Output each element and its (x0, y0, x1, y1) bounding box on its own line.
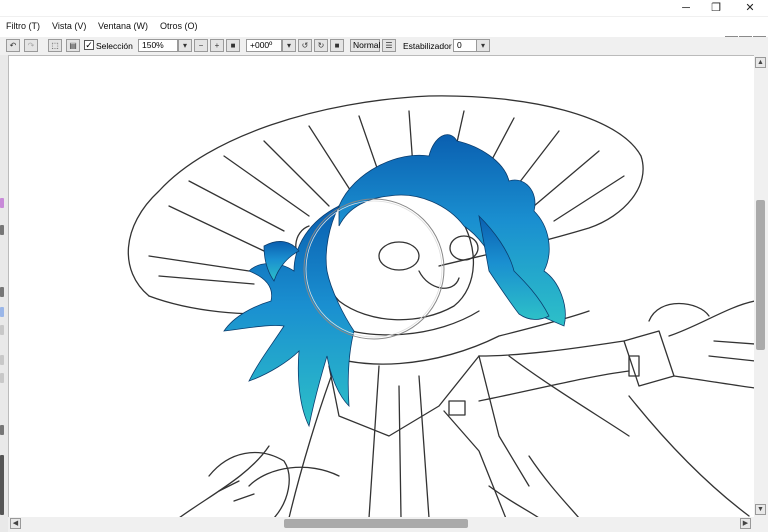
rotation-field[interactable]: +000º (246, 39, 282, 52)
flip-icon: ☰ (385, 41, 393, 50)
chevron-down-icon: ▾ (480, 41, 485, 50)
color-chip[interactable] (0, 198, 4, 208)
horizontal-scrollbar[interactable]: ◀ ▶ (8, 517, 754, 531)
selection-label: Selección (96, 41, 133, 51)
artwork (127, 95, 754, 517)
panel-handle[interactable] (0, 455, 4, 515)
restore-button[interactable]: ❐ (701, 0, 731, 16)
menu-bar: Filtro (T) Vista (V) Ventana (W) Otros (… (0, 17, 768, 49)
panel-handle[interactable] (0, 325, 4, 335)
rotation-dropdown-button[interactable]: ▾ (282, 39, 296, 52)
toolbar: ↶ ↷ ⬚ ▤ ✓ Selección 150% ▾ − + ■ +000º ▾… (0, 37, 768, 55)
triangle-up-icon: ▲ (757, 59, 764, 66)
minimize-button[interactable]: ─ (671, 0, 701, 16)
minus-icon: − (198, 41, 204, 50)
square-icon: ■ (334, 41, 340, 50)
zoom-in-button[interactable]: + (210, 39, 224, 52)
vertical-scroll-thumb[interactable] (756, 200, 765, 350)
undo-icon: ↶ (9, 41, 17, 50)
selection-checkbox[interactable]: ✓ (84, 40, 94, 50)
scroll-left-button[interactable]: ◀ (10, 518, 21, 529)
panel-handle[interactable] (0, 287, 4, 297)
redo-button[interactable]: ↷ (24, 39, 38, 52)
stabilizer-dropdown-button[interactable]: ▾ (476, 39, 490, 52)
flip-button[interactable]: ☰ (382, 39, 396, 52)
menu-ventana[interactable]: Ventana (W) (98, 21, 148, 31)
scroll-down-button[interactable]: ▼ (755, 504, 766, 515)
close-button[interactable]: ✕ (735, 0, 765, 16)
triangle-down-icon: ▼ (757, 506, 764, 513)
zoom-out-button[interactable]: − (194, 39, 208, 52)
triangle-left-icon: ◀ (12, 520, 19, 527)
rotate-right-icon: ↻ (317, 41, 325, 50)
title-bar: ─ ❐ ✕ (0, 0, 768, 16)
blend-mode-button[interactable]: Normal (350, 39, 380, 52)
redo-icon: ↷ (27, 41, 35, 50)
rotate-reset-button[interactable]: ■ (330, 39, 344, 52)
vertical-scrollbar[interactable]: ▲ ▼ (754, 55, 768, 517)
color-chip[interactable] (0, 307, 4, 317)
invert-selection-icon: ▤ (69, 41, 77, 50)
menu-filtro[interactable]: Filtro (T) (6, 21, 40, 31)
undo-button[interactable]: ↶ (6, 39, 20, 52)
scroll-up-button[interactable]: ▲ (755, 57, 766, 68)
scroll-right-button[interactable]: ▶ (740, 518, 751, 529)
deselect-icon: ⬚ (51, 41, 59, 50)
rotate-left-icon: ↺ (301, 41, 309, 50)
zoom-reset-button[interactable]: ■ (226, 39, 240, 52)
rotate-right-button[interactable]: ↻ (314, 39, 328, 52)
horizontal-scroll-thumb[interactable] (284, 519, 468, 528)
panel-handle[interactable] (0, 425, 4, 435)
side-panel-edge (0, 55, 8, 532)
panel-handle[interactable] (0, 373, 4, 383)
invert-selection-button[interactable]: ▤ (66, 39, 80, 52)
stabilizer-field[interactable]: 0 (453, 39, 477, 52)
panel-handle[interactable] (0, 355, 4, 365)
panel-handle[interactable] (0, 225, 4, 235)
deselect-button[interactable]: ⬚ (48, 39, 62, 52)
zoom-dropdown-button[interactable]: ▾ (178, 39, 192, 52)
plus-icon: + (214, 41, 220, 50)
chevron-down-icon: ▾ (182, 41, 187, 50)
square-icon: ■ (230, 41, 236, 50)
zoom-field[interactable]: 150% (138, 39, 178, 52)
menu-otros[interactable]: Otros (O) (160, 21, 198, 31)
menu-vista[interactable]: Vista (V) (52, 21, 86, 31)
triangle-right-icon: ▶ (742, 520, 749, 527)
chevron-down-icon: ▾ (286, 41, 291, 50)
stabilizer-label: Estabilizador (403, 41, 452, 51)
drawing-canvas[interactable] (8, 55, 754, 517)
rotate-left-button[interactable]: ↺ (298, 39, 312, 52)
